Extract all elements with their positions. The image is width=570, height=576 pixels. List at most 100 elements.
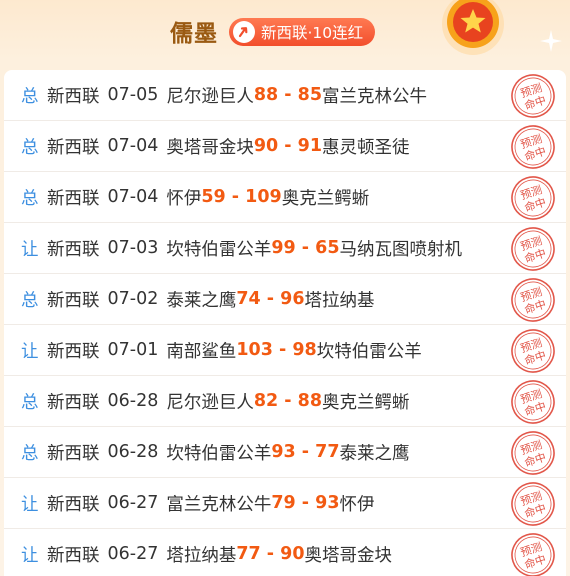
score-separator: - [295,238,316,258]
away-team: 马纳瓦图喷射机 [339,239,463,260]
score-separator: - [295,493,316,513]
bet-type: 总 [21,188,39,209]
star-medal-icon [442,0,504,55]
hit-stamp-icon: 预测 命中 [511,278,555,322]
away-score: 65 [315,238,340,258]
home-team: 富兰克林公牛 [166,494,272,515]
league: 新西联 [47,290,100,311]
hit-stamp-icon: 预测 命中 [511,74,555,118]
list-item[interactable]: 让 新西联 07-03 坎特伯雷公羊 99 - 65 马纳瓦图喷射机 预测 命中 [4,223,566,274]
away-score: 91 [297,136,323,156]
score-separator: - [295,442,316,462]
league: 新西联 [47,188,100,209]
match-date: 07-05 [107,85,159,105]
home-team: 泰莱之鹰 [166,290,237,311]
list-item[interactable]: 让 新西联 06-27 富兰克林公牛 79 - 93 怀伊 预测 命中 [4,478,566,529]
hit-stamp-icon: 预测 命中 [511,380,555,424]
match-date: 06-28 [107,442,159,462]
league: 新西联 [47,239,100,260]
bet-type: 总 [21,137,39,158]
away-score: 77 [315,442,340,462]
list-item[interactable]: 总 新西联 07-02 泰莱之鹰 74 - 96 塔拉纳基 预测 命中 [4,274,566,325]
home-team: 南部鲨鱼 [166,341,237,362]
away-team: 怀伊 [339,494,375,515]
streak-label: 新西联·10连红 [261,24,364,42]
hit-stamp-icon: 预测 命中 [511,176,555,220]
away-score: 90 [280,544,305,564]
match-date: 07-04 [107,136,159,156]
league: 新西联 [47,341,100,362]
match-date: 06-27 [107,544,159,564]
match-date: 07-03 [107,238,159,258]
away-team: 坎特伯雷公羊 [316,341,422,362]
away-team: 奥克兰鳄蜥 [281,188,370,209]
hit-stamp-icon: 预测 命中 [511,482,555,526]
score-separator: - [278,391,298,411]
score-separator: - [278,85,298,105]
bet-type: 让 [21,545,39,566]
home-score: 82 [253,391,279,411]
home-score: 77 [236,544,261,564]
list-item[interactable]: 总 新西联 07-04 奥塔哥金块 90 - 91 惠灵顿圣徒 预测 命中 [4,121,566,172]
list-item[interactable]: 让 新西联 07-01 南部鲨鱼 103 - 98 坎特伯雷公羊 预测 命中 [4,325,566,376]
sparkle-icon [540,30,562,52]
home-team: 坎特伯雷公羊 [166,239,272,260]
home-score: 90 [253,136,279,156]
hit-stamp-icon: 预测 命中 [511,227,555,271]
home-score: 79 [271,493,296,513]
list-item[interactable]: 总 新西联 07-05 尼尔逊巨人 88 - 85 富兰克林公牛 预测 命中 [4,70,566,121]
hit-stamp-icon: 预测 命中 [511,329,555,373]
bet-type: 总 [21,290,39,311]
away-score: 109 [245,187,282,207]
list-item[interactable]: 总 新西联 06-28 尼尔逊巨人 82 - 88 奥克兰鳄蜥 预测 命中 [4,376,566,427]
league: 新西联 [47,137,100,158]
header: 儒墨 新西联·10连红 [0,0,570,66]
away-team: 惠灵顿圣徒 [322,137,410,158]
league: 新西联 [47,392,100,413]
away-team: 塔拉纳基 [304,290,375,311]
home-score: 93 [271,442,296,462]
home-score: 74 [236,289,261,309]
bet-type: 总 [21,443,39,464]
league: 新西联 [47,494,100,515]
prediction-list: 总 新西联 07-05 尼尔逊巨人 88 - 85 富兰克林公牛 预测 命中 总… [4,70,566,576]
away-score: 96 [280,289,305,309]
match-date: 07-01 [107,340,159,360]
home-score: 59 [201,187,226,207]
score-separator: - [272,340,293,360]
author-name[interactable]: 儒墨 [170,14,218,48]
league: 新西联 [47,545,100,566]
hit-stamp-icon: 预测 命中 [511,533,555,576]
bet-type: 让 [21,239,39,260]
away-score: 88 [297,391,323,411]
score-separator: - [260,289,281,309]
list-item[interactable]: 总 新西联 06-28 坎特伯雷公羊 93 - 77 泰莱之鹰 预测 命中 [4,427,566,478]
home-score: 99 [271,238,296,258]
match-date: 07-04 [107,187,159,207]
home-team: 奥塔哥金块 [166,137,254,158]
league: 新西联 [47,443,100,464]
home-team: 尼尔逊巨人 [166,392,254,413]
home-score: 88 [253,85,279,105]
home-team: 塔拉纳基 [166,545,237,566]
score-separator: - [260,544,281,564]
streak-badge: 新西联·10连红 [229,18,376,46]
bet-type: 总 [21,392,39,413]
bet-type: 让 [21,341,39,362]
bet-type: 总 [21,86,39,107]
away-team: 奥克兰鳄蜥 [322,392,410,413]
home-team: 怀伊 [166,188,202,209]
away-score: 93 [315,493,340,513]
bet-type: 让 [21,494,39,515]
match-date: 06-28 [107,391,159,411]
away-score: 98 [292,340,317,360]
away-team: 奥塔哥金块 [304,545,393,566]
home-score: 103 [236,340,273,360]
home-team: 坎特伯雷公羊 [166,443,272,464]
hit-stamp-icon: 预测 命中 [511,431,555,475]
score-separator: - [225,187,246,207]
list-item[interactable]: 总 新西联 07-04 怀伊 59 - 109 奥克兰鳄蜥 预测 命中 [4,172,566,223]
list-item[interactable]: 让 新西联 06-27 塔拉纳基 77 - 90 奥塔哥金块 预测 命中 [4,529,566,576]
away-team: 富兰克林公牛 [322,86,428,107]
away-team: 泰莱之鹰 [339,443,410,464]
